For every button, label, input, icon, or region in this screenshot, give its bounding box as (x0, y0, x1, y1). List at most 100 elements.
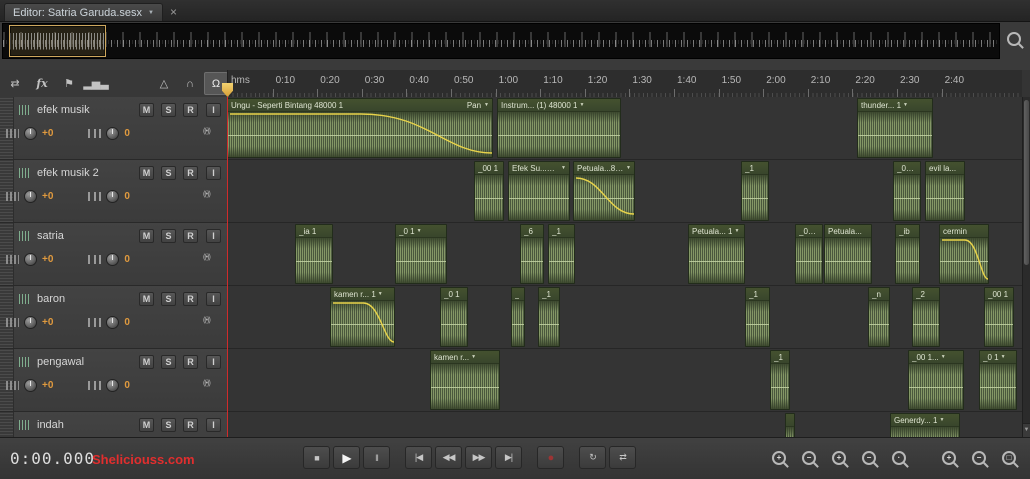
audio-clip-petuala-1[interactable]: Petuala... 1 ▼ (688, 224, 745, 284)
fast-forward-button[interactable]: ▶▶ (465, 446, 492, 469)
input-output-button[interactable]: I (206, 103, 221, 117)
audio-clip-1[interactable]: _1 (548, 224, 575, 284)
clip-dropdown-icon[interactable]: ▼ (579, 102, 584, 108)
audio-clip-kamen-r-1[interactable]: kamen r... 1 ▼ (330, 287, 395, 347)
audio-clip-1[interactable]: _1 (538, 287, 560, 347)
volume-knob[interactable] (24, 379, 37, 392)
volume-knob[interactable] (24, 127, 37, 140)
monitor-input-icon[interactable]: ((•)) (203, 317, 211, 324)
audio-clip-cermin[interactable]: cermin (939, 224, 989, 284)
track-name[interactable]: efek musik (37, 104, 90, 116)
audio-clip-n[interactable]: _n (868, 287, 890, 347)
audio-clip-00-1[interactable]: _00 1 (984, 287, 1014, 347)
solo-button[interactable]: S (161, 229, 176, 243)
volume-knob[interactable] (24, 316, 37, 329)
timeline-ruler[interactable]: hms 0:10 0:20 0:30 0:40 0:50 1:00 1:10 1:20 1:30… (227, 70, 1023, 98)
clip-dropdown-icon[interactable]: ▼ (471, 354, 476, 360)
volume-knob[interactable] (24, 190, 37, 203)
audio-clip-00-1[interactable]: _00 1... ▼ (908, 350, 964, 410)
clip-dropdown-icon[interactable]: ▼ (561, 165, 566, 171)
overview-navigator[interactable] (2, 23, 1000, 59)
mute-button[interactable]: M (139, 292, 154, 306)
stop-button[interactable]: ■ (303, 446, 330, 469)
track-name[interactable]: indah (37, 419, 64, 431)
monitor-input-icon[interactable]: ((•)) (203, 191, 211, 198)
zoom-to-out-point-button[interactable]: − (968, 447, 990, 468)
record-arm-button[interactable]: R (183, 166, 198, 180)
mute-button[interactable]: M (139, 418, 154, 432)
pan-knob[interactable] (106, 253, 120, 266)
monitor-input-icon[interactable]: ((•)) (203, 128, 211, 135)
play-button[interactable]: ▶ (333, 446, 360, 469)
volume-knob[interactable] (24, 253, 37, 266)
mixer-button[interactable]: ▂▅▃ (83, 72, 108, 95)
clip-dropdown-icon[interactable]: ▼ (378, 291, 383, 297)
clip-dropdown-icon[interactable]: ▼ (1001, 354, 1006, 360)
solo-button[interactable]: S (161, 103, 176, 117)
record-button[interactable]: ● (537, 446, 564, 469)
audio-clip-kamen-r[interactable]: kamen r... ▼ (430, 350, 500, 410)
audio-clip-2[interactable]: _2 (912, 287, 940, 347)
track-lane-pengawal[interactable]: kamen r... ▼ _1 _00 1... ▼ _0 1 ▼ (227, 349, 1022, 412)
track-lane-baron[interactable]: kamen r... 1 ▼ _0 1 _ _1 _1 _n _2 _00 1 (227, 286, 1022, 349)
audio-clip-1[interactable]: _1 (741, 161, 769, 221)
mute-button[interactable]: M (139, 103, 154, 117)
audio-clip-0-1[interactable]: _0 1 (440, 287, 468, 347)
audio-clip-generdy-1[interactable]: Generdy... 1 ▼ (890, 413, 960, 437)
track-lane-satria[interactable]: _ia 1 _0 1 ▼ _6 _1 Petuala... 1 ▼ _00 1 Petuala.… (227, 223, 1022, 286)
pan-knob[interactable] (106, 379, 120, 392)
audio-clip-00-1[interactable]: _00 1 (795, 224, 823, 284)
zoom-to-selection-button[interactable]: □ (998, 447, 1020, 468)
audio-clip-ungu-seperti-bintang-48000-1[interactable]: Ungu - Seperti Bintang 48000 1 Pan ▼ (227, 98, 493, 158)
timeline-lanes[interactable]: Ungu - Seperti Bintang 48000 1 Pan ▼ Instru… (227, 97, 1022, 437)
audio-clip-efek-su-48000-1[interactable]: Efek Su...48000 1▼ (508, 161, 570, 221)
solo-button[interactable]: S (161, 355, 176, 369)
track-name[interactable]: pengawal (37, 356, 84, 368)
audio-clip-6[interactable]: _6 (520, 224, 544, 284)
audio-clip-1[interactable]: _1 (745, 287, 770, 347)
mute-button[interactable]: M (139, 166, 154, 180)
zoom-reset-button[interactable]: · (888, 447, 910, 468)
tab-dropdown-icon[interactable]: ▼ (148, 10, 154, 16)
audio-clip-petuala[interactable]: Petuala... (824, 224, 872, 284)
track-lane-efek-musik[interactable]: Ungu - Seperti Bintang 48000 1 Pan ▼ Instru… (227, 97, 1022, 160)
marker-button[interactable]: ⚑ (57, 72, 81, 95)
audio-clip-0-1[interactable]: _0 1 ▼ (395, 224, 447, 284)
zoom-in-amplitude-button[interactable]: + (828, 447, 850, 468)
clip-dropdown-icon[interactable]: ▼ (484, 102, 489, 108)
pan-knob[interactable] (106, 316, 120, 329)
record-arm-button[interactable]: R (183, 229, 198, 243)
track-lane-indah[interactable]: Generdy... 1 ▼ (227, 412, 1022, 437)
clip-dropdown-icon[interactable]: ▼ (941, 354, 946, 360)
move-to-previous-button[interactable]: |◀ (405, 446, 432, 469)
zoom-to-in-point-button[interactable]: + (938, 447, 960, 468)
input-output-button[interactable]: I (206, 292, 221, 306)
mute-button[interactable]: M (139, 229, 154, 243)
zoom-out-time-button[interactable]: − (798, 447, 820, 468)
snapping-button[interactable]: ∩ (178, 72, 202, 95)
loop-playback-button[interactable]: ↻ (579, 446, 606, 469)
audio-clip-00-1[interactable]: _00 1 (474, 161, 504, 221)
record-arm-button[interactable]: R (183, 418, 198, 432)
metronome-button[interactable]: △ (152, 72, 176, 95)
pause-button[interactable]: ‖ (363, 446, 390, 469)
scroll-down-arrow-icon[interactable]: ▼ (1023, 423, 1030, 437)
clip-dropdown-icon[interactable]: ▼ (903, 102, 908, 108)
audio-clip-clip[interactable] (785, 413, 795, 437)
clip-dropdown-icon[interactable]: ▼ (417, 228, 422, 234)
audio-clip-0-1[interactable]: _0 1 ▼ (979, 350, 1017, 410)
solo-button[interactable]: S (161, 418, 176, 432)
track-name[interactable]: satria (37, 230, 64, 242)
audio-clip-evil-la[interactable]: evil la... (925, 161, 965, 221)
clip-dropdown-icon[interactable]: ▼ (626, 165, 631, 171)
clip-dropdown-icon[interactable]: ▼ (734, 228, 739, 234)
input-output-button[interactable]: I (206, 166, 221, 180)
solo-button[interactable]: S (161, 166, 176, 180)
audio-clip-ia-1[interactable]: _ia 1 (295, 224, 333, 284)
move-to-next-button[interactable]: ▶| (495, 446, 522, 469)
pan-knob[interactable] (106, 127, 120, 140)
solo-button[interactable]: S (161, 292, 176, 306)
vertical-scrollbar[interactable]: ▼ (1022, 97, 1030, 437)
audio-clip-1[interactable]: _1 (770, 350, 790, 410)
zoom-in-time-button[interactable]: + (768, 447, 790, 468)
